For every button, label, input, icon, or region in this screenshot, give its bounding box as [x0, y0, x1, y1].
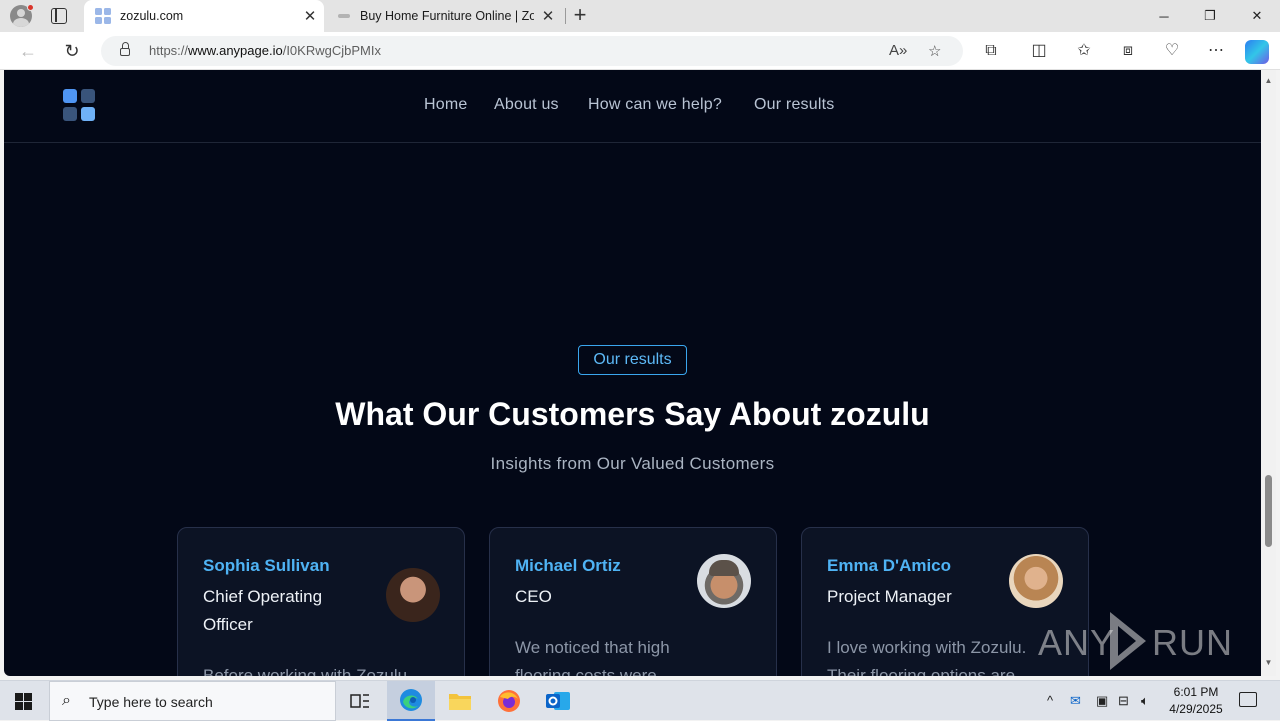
tab-zozulu[interactable]: zozulu.com ✕ [84, 0, 324, 32]
section-badge: Our results [578, 345, 687, 375]
watermark-logo: ANY RUN [1038, 610, 1238, 670]
notifications-icon[interactable] [1239, 692, 1257, 707]
settings-more-icon[interactable]: ⋯ [1206, 41, 1226, 61]
split-screen-icon[interactable]: ◫ [1029, 41, 1049, 61]
search-placeholder: Type here to search [89, 694, 213, 710]
avatar [386, 568, 440, 622]
address-bar[interactable]: https://www.anypage.io/I0KRwgCjbPMIx A» … [101, 36, 963, 66]
avatar [697, 554, 751, 608]
testimonial-role: CEO [515, 587, 552, 606]
new-tab-button[interactable]: + [569, 3, 591, 27]
site-favicon-icon [338, 14, 350, 18]
nav-link-help[interactable]: How can we help? [588, 96, 722, 114]
scroll-down-arrow-icon[interactable]: ▼ [1264, 658, 1273, 667]
tray-chevron-up-icon[interactable]: ^ [1047, 693, 1053, 708]
refresh-icon[interactable]: ↻ [60, 40, 84, 62]
back-arrow-icon[interactable]: ← [16, 40, 40, 62]
avatar [1009, 554, 1063, 608]
scrollbar-thumb[interactable] [1265, 475, 1272, 547]
testimonial-role: Chief Operating Officer [203, 587, 323, 634]
restore-button[interactable]: ❐ [1187, 0, 1233, 32]
address-toolbar: ← ↻ https://www.anypage.io/I0KRwgCjbPMIx… [0, 32, 1280, 70]
testimonial-name: Sophia Sullivan [203, 556, 330, 575]
testimonial-role: Project Manager [827, 587, 952, 606]
tab-close-icon[interactable]: ✕ [534, 7, 562, 25]
site-logo-icon[interactable] [63, 89, 99, 125]
testimonial-name: Emma D'Amico [827, 556, 952, 575]
section-heading: What Our Customers Say About zozulu [335, 396, 930, 432]
firefox-icon[interactable] [485, 681, 533, 721]
testimonial-card: Sophia Sullivan Chief Operating Officer … [177, 527, 465, 676]
read-aloud-icon[interactable]: A» [889, 42, 907, 59]
site-header: Home About us How can we help? Our resul… [4, 70, 1261, 143]
volume-icon[interactable]: 🔈︎ [1141, 693, 1149, 709]
favorites-icon[interactable]: ✩ [1074, 41, 1094, 61]
tab-title: Buy Home Furniture Online | Zozulu [360, 9, 534, 23]
nav-link-results[interactable]: Our results [754, 96, 834, 114]
site-favicon-icon [95, 8, 111, 24]
scroll-up-arrow-icon[interactable]: ▲ [1264, 76, 1273, 85]
tab-title: zozulu.com [120, 9, 184, 23]
browser-essentials-icon[interactable]: ♡ [1162, 41, 1182, 61]
tab-close-icon[interactable]: ✕ [296, 7, 324, 25]
page-viewport: Home About us How can we help? Our resul… [4, 70, 1261, 676]
clock-time: 6:01 PM [1173, 685, 1219, 699]
windows-taskbar: ⌕ Type here to search ^ ✉ ▣ ⊟ 🔈︎ 6:01 PM… [0, 680, 1280, 721]
tab-actions-icon[interactable] [51, 8, 67, 24]
page-scrollbar[interactable]: ▲ ▼ [1261, 70, 1276, 676]
clock-date: 4/29/2025 [1169, 702, 1223, 716]
file-explorer-icon[interactable] [436, 681, 484, 721]
edge-taskbar-icon[interactable] [387, 681, 435, 721]
nav-link-home[interactable]: Home [424, 96, 467, 114]
testimonial-card: Michael Ortiz CEO We noticed that high f… [489, 527, 777, 676]
tray-outlook-icon[interactable]: ✉ [1070, 693, 1081, 709]
testimonial-quote: We noticed that high flooring costs were [515, 638, 670, 676]
tab-furniture[interactable]: Buy Home Furniture Online | Zozulu ✕ [326, 0, 562, 32]
windows-start-icon[interactable] [15, 693, 32, 710]
browser-tab-bar: zozulu.com ✕ Buy Home Furniture Online |… [0, 0, 1280, 32]
search-icon: ⌕ [62, 692, 71, 709]
testimonial-name: Michael Ortiz [515, 556, 621, 575]
minimize-button[interactable]: ─ [1141, 0, 1187, 32]
task-view-icon[interactable] [336, 681, 384, 721]
extensions-icon[interactable]: ⧉ [981, 41, 1001, 61]
lock-icon[interactable] [120, 42, 130, 56]
system-clock[interactable]: 6:01 PM 4/29/2025 [1163, 684, 1229, 718]
network-icon[interactable]: ⊟ [1118, 693, 1129, 709]
notification-dot-icon [27, 4, 34, 11]
outlook-icon[interactable] [534, 681, 582, 721]
testimonial-quote: Before working with Zozulu [203, 666, 408, 676]
collections-icon[interactable]: ⧈ [1118, 41, 1138, 61]
testimonial-quote: I love working with Zozulu. Their floori… [827, 638, 1027, 676]
url-text[interactable]: https://www.anypage.io/I0KRwgCjbPMIx [149, 43, 381, 58]
favorite-star-icon[interactable]: ☆ [928, 42, 941, 60]
tab-separator [565, 8, 566, 24]
tray-device-icon[interactable]: ▣ [1096, 693, 1108, 709]
section-subheading: Insights from Our Valued Customers [490, 454, 775, 473]
close-button[interactable]: ✕ [1234, 0, 1280, 32]
taskbar-search-box[interactable]: ⌕ Type here to search [49, 681, 336, 721]
copilot-icon[interactable] [1245, 40, 1269, 64]
nav-link-about[interactable]: About us [494, 96, 559, 114]
